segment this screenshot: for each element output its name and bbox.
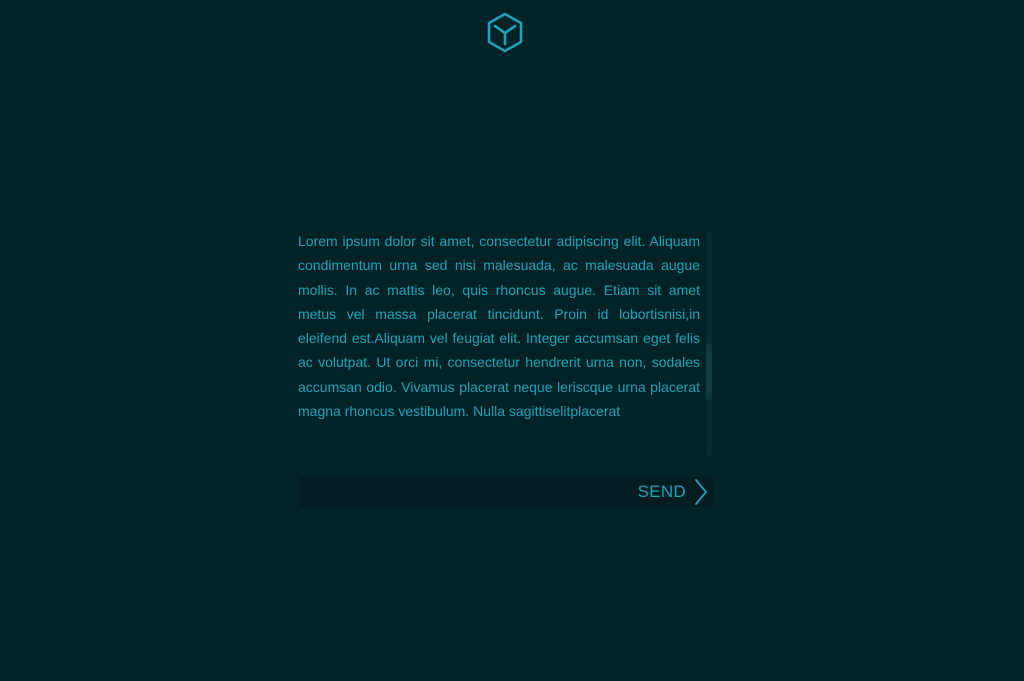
scrollbar-track[interactable]	[706, 231, 712, 457]
message-textarea[interactable]: Lorem ipsum dolor sit amet, consectetur …	[298, 229, 716, 459]
scrollbar-thumb[interactable]	[706, 343, 712, 400]
send-button[interactable]: SEND	[638, 477, 708, 507]
chat-page: Lorem ipsum dolor sit amet, consectetur …	[0, 0, 1024, 681]
hexagon-logo-icon	[486, 12, 524, 54]
chevron-right-icon	[694, 479, 708, 505]
send-bar: SEND	[300, 477, 714, 507]
send-label: SEND	[637, 482, 686, 501]
message-text[interactable]: Lorem ipsum dolor sit amet, consectetur …	[298, 229, 700, 459]
